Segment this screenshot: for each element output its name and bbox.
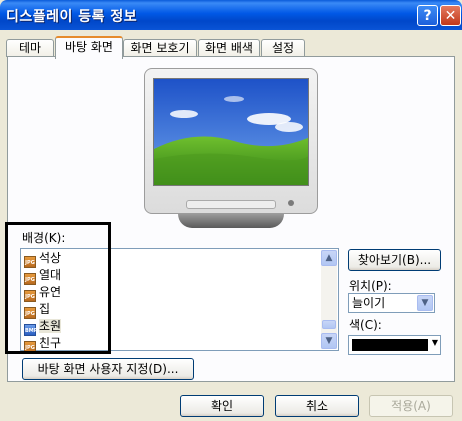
window-title: 디스플레이 등록 정보 <box>6 9 138 25</box>
position-label: 위치(P): <box>349 279 392 293</box>
background-list[interactable]: JPG 석상 JPG 열대 JPG 유연 JPG 집 BMP 초원 JPG 친구 ▲ ▼ <box>20 248 339 353</box>
monitor-preview <box>144 68 318 214</box>
title-bar[interactable]: 디스플레이 등록 정보 ? ✕ <box>0 0 462 30</box>
scroll-up-button[interactable]: ▲ <box>321 250 337 266</box>
position-value: 늘이기 <box>352 296 386 310</box>
browse-button[interactable]: 찾아보기(B)... <box>348 249 441 271</box>
apply-button[interactable]: 적용(A) <box>369 395 453 417</box>
wallpaper-preview <box>153 78 309 186</box>
list-item-selected[interactable]: BMP 초원 <box>24 318 62 336</box>
help-button[interactable]: ? <box>417 5 438 26</box>
power-led-icon <box>288 200 294 206</box>
list-item[interactable]: JPG 석상 <box>24 250 61 268</box>
color-swatch <box>352 339 428 351</box>
tab-theme[interactable]: 테마 <box>6 39 54 57</box>
scroll-thumb[interactable] <box>322 320 336 329</box>
question-icon: ? <box>423 8 432 24</box>
list-item[interactable]: JPG 친구 <box>24 335 61 353</box>
close-button[interactable]: ✕ <box>440 5 461 26</box>
monitor-stand <box>178 214 284 228</box>
monitor-slot <box>186 200 276 209</box>
color-label: 색(C): <box>349 318 382 332</box>
background-label: 배경(K): <box>22 231 66 245</box>
tab-screensaver[interactable]: 화면 보호기 <box>123 39 197 57</box>
list-item[interactable]: JPG 집 <box>24 301 50 319</box>
color-picker[interactable]: ▼ <box>348 335 441 355</box>
jpg-file-icon: JPG <box>24 341 36 353</box>
list-item[interactable]: JPG 유연 <box>24 284 61 302</box>
tab-settings[interactable]: 설정 <box>261 39 305 57</box>
tab-desktop[interactable]: 바탕 화면 <box>55 36 123 59</box>
customize-desktop-button[interactable]: 바탕 화면 사용자 지정(D)... <box>22 358 194 380</box>
chevron-down-icon[interactable]: ▼ <box>417 295 433 311</box>
list-item[interactable]: JPG 열대 <box>24 267 61 285</box>
close-icon: ✕ <box>444 8 457 24</box>
list-scrollbar[interactable]: ▲ ▼ <box>321 250 337 349</box>
cancel-button[interactable]: 취소 <box>275 395 359 417</box>
dropdown-arrow-icon: ▼ <box>431 338 438 347</box>
position-select[interactable]: 늘이기 ▼ <box>348 293 435 313</box>
ok-button[interactable]: 확인 <box>180 395 264 417</box>
scroll-down-button[interactable]: ▼ <box>321 333 337 349</box>
tab-appearance[interactable]: 화면 배색 <box>198 39 260 57</box>
